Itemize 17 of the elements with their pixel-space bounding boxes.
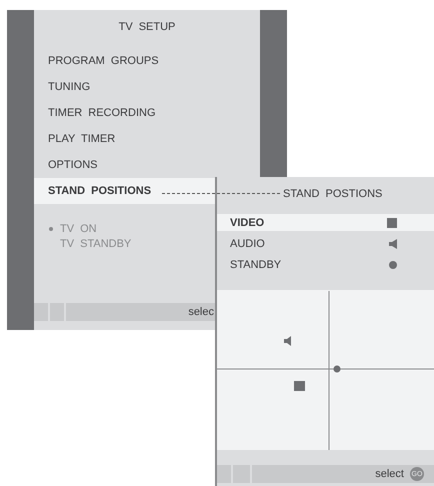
dot-icon <box>389 260 397 268</box>
submenu-item[interactable]: VIDEO <box>217 214 434 231</box>
footer-segment <box>34 303 48 321</box>
submenu-item[interactable]: STANDBY <box>217 256 434 273</box>
menu-title: TV SETUP <box>118 20 176 35</box>
menu-item[interactable]: TUNING <box>34 74 260 100</box>
menu-item[interactable]: OPTIONS <box>34 152 260 178</box>
menu-item[interactable]: PLAY TIMER <box>34 126 260 152</box>
square-icon <box>387 218 397 228</box>
submenu-title: STAND POSTIONS <box>283 187 382 202</box>
footer-text: select <box>375 468 404 480</box>
footer-text: selec <box>188 306 215 318</box>
menu-item[interactable]: TIMER RECORDING <box>34 100 260 126</box>
menu-item[interactable]: PROGRAM GROUPS <box>34 48 260 74</box>
footer-segment <box>217 465 231 483</box>
submenu-item[interactable]: AUDIO <box>217 235 434 252</box>
speaker-icon <box>389 238 397 248</box>
